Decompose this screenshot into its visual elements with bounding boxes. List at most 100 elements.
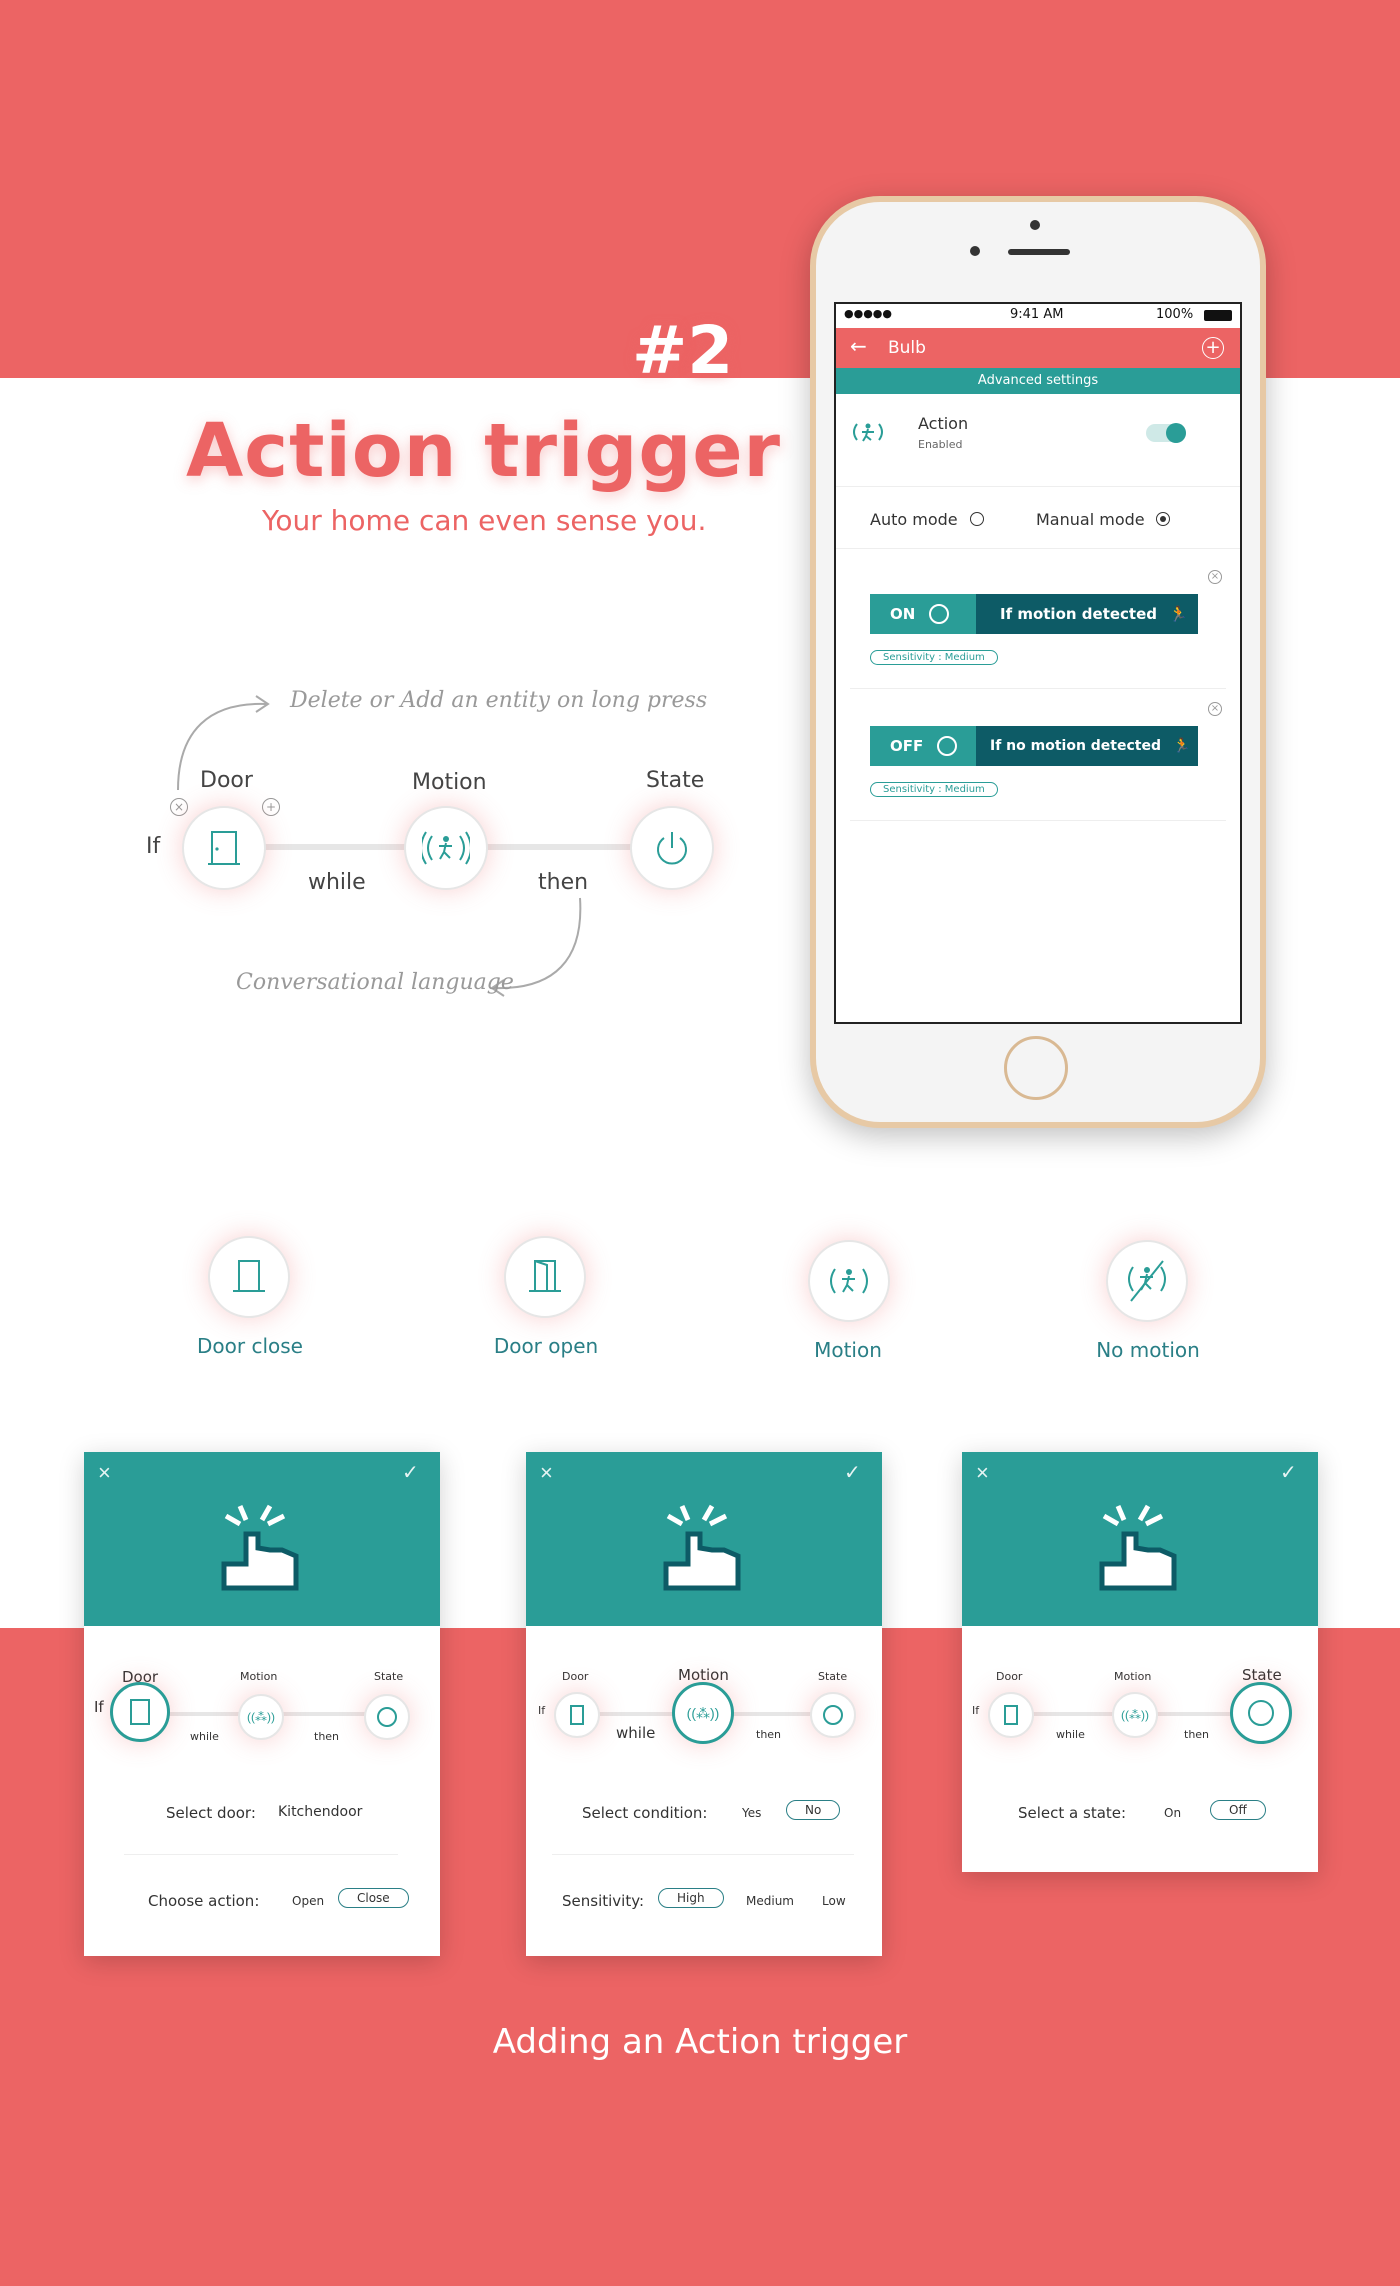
card-header: × ✓ (526, 1452, 882, 1626)
close-icon[interactable]: × (98, 1460, 111, 1486)
tap-hand-icon (221, 1504, 299, 1591)
card-state: × ✓ Door Motion State If ((⁂)) while the… (962, 1452, 1318, 1872)
appbar-title: Bulb (888, 338, 926, 358)
phone-sensor (1030, 220, 1040, 230)
divider (552, 1854, 854, 1855)
mini-while-label: while (1056, 1728, 1085, 1741)
action-motion-icon (850, 418, 886, 451)
trigger-row-on[interactable]: ON If motion detected 🏃 (870, 594, 1198, 634)
mini-motion-entity[interactable]: ((⁂)) (1112, 1692, 1158, 1738)
door-open-icon (504, 1236, 586, 1318)
add-circle-icon[interactable]: + (1202, 337, 1224, 359)
manual-mode-radio[interactable] (1156, 512, 1170, 526)
auto-mode-radio[interactable] (970, 512, 984, 526)
mini-door-entity[interactable] (554, 1692, 600, 1738)
mini-state-entity[interactable] (364, 1694, 410, 1740)
mini-motion-entity[interactable]: ((⁂)) (672, 1682, 734, 1744)
select-door-value[interactable]: Kitchendoor (278, 1804, 362, 1820)
trigger-row-off[interactable]: OFF If no motion detected 🏃 (870, 726, 1198, 766)
motion-icon (422, 831, 470, 865)
option-off-selected[interactable]: Off (1210, 1800, 1266, 1820)
motion-entity[interactable] (404, 806, 488, 890)
motion-icon: ((⁂)) (1121, 1708, 1149, 1722)
option-high-selected[interactable]: High (658, 1888, 724, 1908)
divider (850, 820, 1226, 821)
mini-motion-entity[interactable]: ((⁂)) (238, 1694, 284, 1740)
mini-then-label: then (756, 1728, 782, 1741)
door-icon (570, 1705, 584, 1725)
icon-label: Motion (814, 1338, 882, 1362)
battery-icon (1204, 310, 1232, 321)
choose-action-label: Choose action: (148, 1892, 260, 1910)
page-title: Action trigger (186, 408, 782, 494)
mini-motion-label: Motion (240, 1670, 278, 1683)
status-bar: ●●●●● 9:41 AM 100% (836, 304, 1240, 328)
mini-state-label: State (374, 1670, 404, 1683)
mini-motion-label: Motion (1114, 1670, 1152, 1683)
status-time: 9:41 AM (1010, 307, 1064, 322)
page-subtitle: Your home can even sense you. (262, 504, 707, 537)
door-icon (208, 831, 240, 865)
no-motion-icon (1106, 1240, 1188, 1322)
caption: Adding an Action trigger (492, 2022, 908, 2062)
back-arrow-icon[interactable]: ← (850, 336, 867, 356)
power-icon (937, 736, 958, 756)
remove-trigger-icon[interactable]: × (1208, 702, 1222, 716)
divider (836, 548, 1240, 549)
state-entity[interactable] (630, 806, 714, 890)
motion-icon: ((⁂)) (686, 1704, 720, 1721)
card-motion: × ✓ Door Motion State If ((⁂)) while the… (526, 1452, 882, 1956)
running-person-icon: 🏃 (1169, 605, 1188, 623)
auto-mode-label: Auto mode (870, 510, 958, 529)
check-icon[interactable]: ✓ (402, 1460, 419, 1485)
option-yes[interactable]: Yes (742, 1806, 761, 1820)
option-close-selected[interactable]: Close (338, 1888, 409, 1908)
select-door-label: Select door: (166, 1804, 256, 1822)
tap-hand-icon (1099, 1504, 1177, 1591)
mini-state-entity[interactable] (810, 1692, 856, 1738)
mini-if-label: If (538, 1704, 546, 1717)
section-number: #2 (632, 312, 734, 389)
note-conversational: Conversational language (236, 970, 514, 995)
sensitivity-pill[interactable]: Sensitivity : Medium (870, 650, 998, 665)
power-icon (823, 1705, 843, 1725)
icon-label: Door close (197, 1334, 303, 1358)
card-header: × ✓ (962, 1452, 1318, 1626)
mini-state-entity[interactable] (1230, 1682, 1292, 1744)
trigger-state: ON (870, 594, 976, 634)
option-medium[interactable]: Medium (746, 1894, 794, 1908)
close-icon[interactable]: × (976, 1460, 989, 1486)
sensitivity-pill[interactable]: Sensitivity : Medium (870, 782, 998, 797)
select-state-label: Select a state: (1018, 1804, 1127, 1822)
door-entity[interactable] (182, 806, 266, 890)
card-door: × ✓ Door Motion State If ((⁂)) while the… (84, 1452, 440, 1956)
power-icon (1248, 1700, 1274, 1726)
mini-door-entity[interactable] (988, 1692, 1034, 1738)
close-icon[interactable]: × (540, 1460, 553, 1486)
delete-icon[interactable]: × (170, 798, 188, 816)
sensitivity-label: Sensitivity: (562, 1892, 645, 1910)
option-on[interactable]: On (1164, 1806, 1181, 1820)
select-condition-label: Select condition: (582, 1804, 708, 1822)
option-low[interactable]: Low (822, 1894, 846, 1908)
phone-camera (970, 246, 980, 256)
tap-hand-icon (663, 1504, 741, 1591)
check-icon[interactable]: ✓ (1280, 1460, 1297, 1485)
phone-screen: ●●●●● 9:41 AM 100% ← Bulb + Advanced set… (834, 302, 1242, 1024)
mini-state-label: State (818, 1670, 848, 1683)
option-no-selected[interactable]: No (786, 1800, 841, 1820)
option-open[interactable]: Open (292, 1894, 324, 1908)
motion-label: Motion (412, 770, 487, 795)
mini-door-label: Door (996, 1670, 1023, 1683)
home-button[interactable] (1004, 1036, 1068, 1100)
check-icon[interactable]: ✓ (844, 1460, 861, 1485)
icon-label: Door open (493, 1334, 599, 1358)
action-toggle[interactable] (1146, 423, 1186, 443)
remove-trigger-icon[interactable]: × (1208, 570, 1222, 584)
mini-door-entity[interactable] (110, 1682, 170, 1742)
mini-while-label: while (190, 1730, 219, 1743)
door-icon (130, 1699, 150, 1725)
mini-then-label: then (1184, 1728, 1210, 1741)
divider (836, 486, 1240, 487)
add-icon[interactable]: + (262, 798, 280, 816)
